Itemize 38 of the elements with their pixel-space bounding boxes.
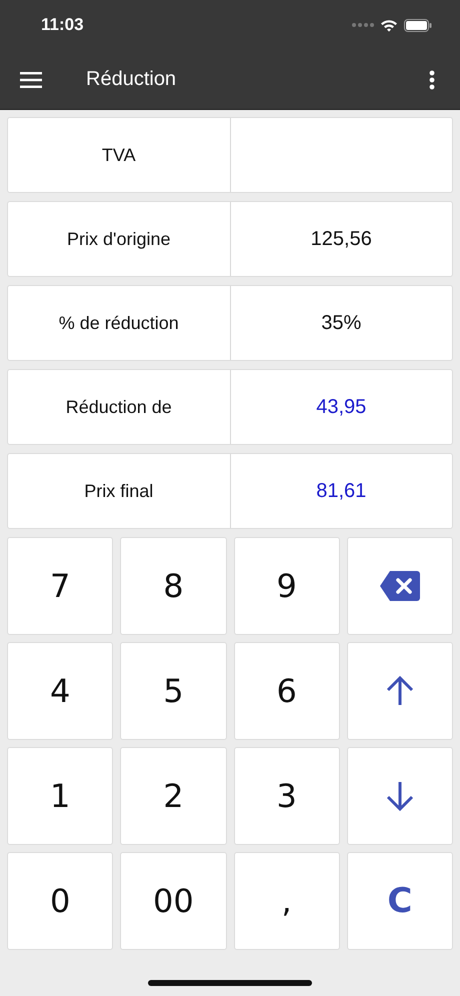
screen-title: Réduction bbox=[86, 68, 178, 91]
digit-key[interactable]: , bbox=[234, 852, 340, 950]
up-arrow-icon bbox=[386, 676, 414, 706]
backspace-icon bbox=[380, 571, 420, 601]
digit-key[interactable]: 8 bbox=[120, 537, 226, 635]
field-card[interactable]: TVA bbox=[7, 117, 453, 193]
signal-icon bbox=[352, 22, 374, 28]
digit-key[interactable]: 2 bbox=[120, 747, 226, 845]
digit-key[interactable]: 00 bbox=[120, 852, 226, 950]
field-label: Prix d'origine bbox=[8, 202, 230, 276]
field-card[interactable]: % de réduction 35% bbox=[7, 285, 453, 361]
digit-key[interactable]: 0 bbox=[7, 852, 114, 950]
wifi-icon bbox=[380, 18, 398, 32]
field-label: Prix final bbox=[8, 454, 230, 528]
menu-icon bbox=[20, 72, 42, 88]
backspace-key[interactable] bbox=[346, 537, 453, 635]
digit-key[interactable]: 9 bbox=[234, 537, 340, 635]
field-card[interactable]: Réduction de 43,95 bbox=[7, 369, 453, 445]
more-icon bbox=[429, 70, 435, 90]
field-label: Réduction de bbox=[8, 370, 230, 444]
field-card[interactable]: Prix final 81,61 bbox=[7, 453, 453, 529]
battery-icon bbox=[404, 18, 432, 32]
field-value: 35% bbox=[321, 312, 362, 334]
field-value: 81,61 bbox=[316, 480, 366, 502]
field-label: TVA bbox=[8, 118, 230, 192]
field-value: 125,56 bbox=[310, 228, 372, 250]
digit-key[interactable]: 5 bbox=[120, 642, 226, 740]
status-time: 11:03 bbox=[41, 15, 84, 35]
field-label: % de réduction bbox=[8, 286, 230, 360]
down-arrow-icon bbox=[386, 781, 414, 811]
field-card[interactable]: Prix d'origine 125,56 bbox=[7, 201, 453, 277]
clear-key[interactable]: C bbox=[346, 852, 453, 950]
digit-key[interactable]: 4 bbox=[7, 642, 114, 740]
digit-key[interactable]: 1 bbox=[7, 747, 114, 845]
field-value: 43,95 bbox=[316, 396, 366, 418]
digit-key[interactable]: 6 bbox=[234, 642, 340, 740]
digit-key[interactable]: 7 bbox=[7, 537, 114, 635]
digit-key[interactable]: 3 bbox=[234, 747, 340, 845]
